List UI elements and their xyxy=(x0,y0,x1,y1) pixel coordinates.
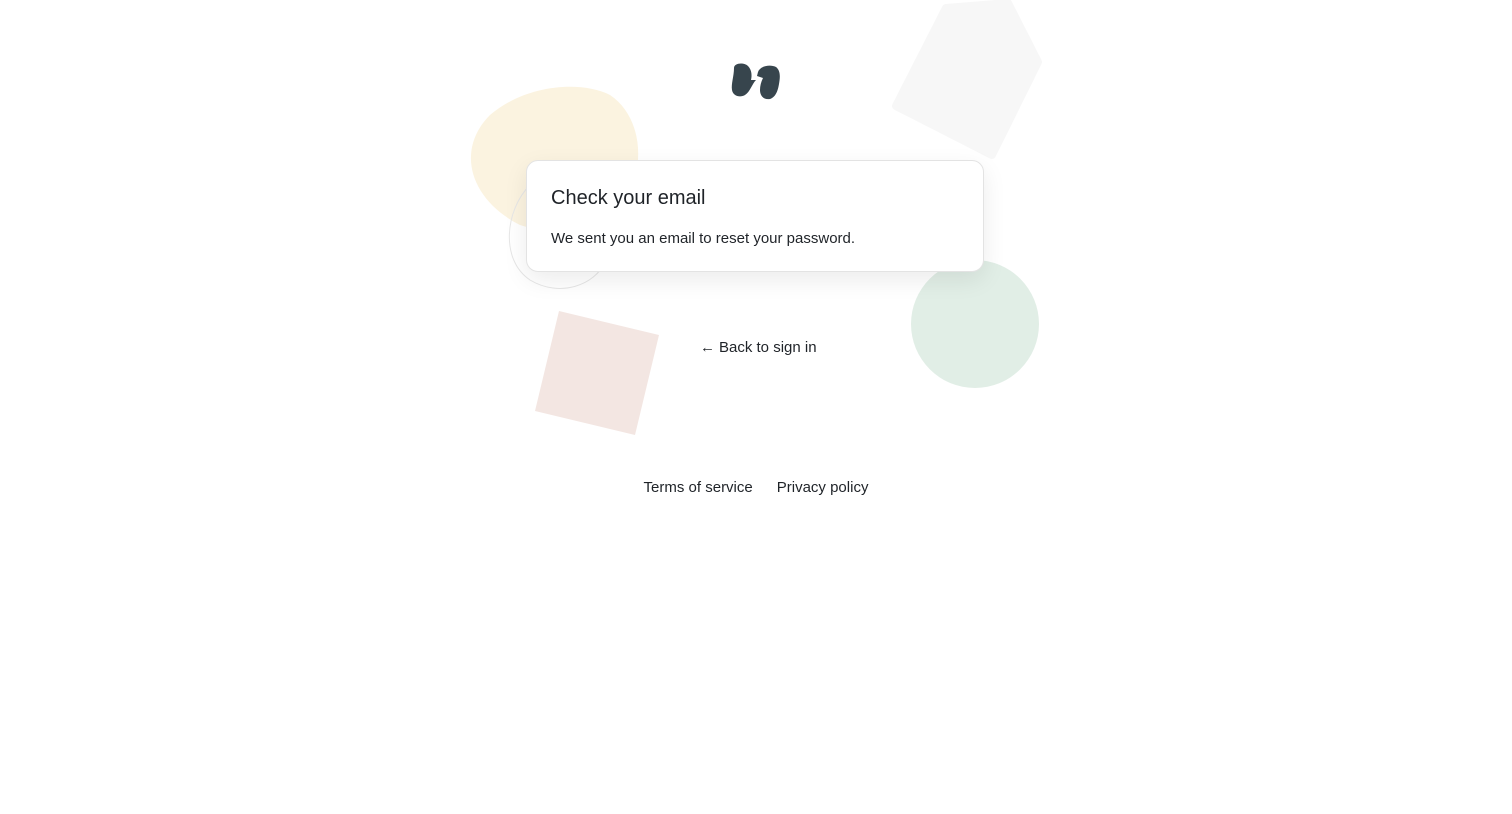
card-message: We sent you an email to reset your passw… xyxy=(551,230,856,247)
quote-mark-logo-icon xyxy=(731,63,780,100)
grey-pentagon-shape xyxy=(892,0,1042,159)
confirmation-card: Check your email We sent you an email to… xyxy=(526,160,984,272)
terms-of-service-link[interactable]: Terms of service xyxy=(644,478,753,498)
arrow-left-icon: ← xyxy=(700,339,715,356)
back-to-sign-in-label: Back to sign in xyxy=(719,339,817,356)
page: Check your email We sent you an email to… xyxy=(0,0,1512,814)
back-to-sign-in-link[interactable]: ← Back to sign in xyxy=(700,338,817,358)
green-circle-shape xyxy=(911,260,1039,388)
footer-links: Terms of service Privacy policy xyxy=(0,478,1512,498)
privacy-policy-link[interactable]: Privacy policy xyxy=(777,478,869,498)
decorative-background xyxy=(470,0,1042,435)
pink-square-shape xyxy=(535,311,659,435)
card-title: Check your email xyxy=(551,187,706,209)
